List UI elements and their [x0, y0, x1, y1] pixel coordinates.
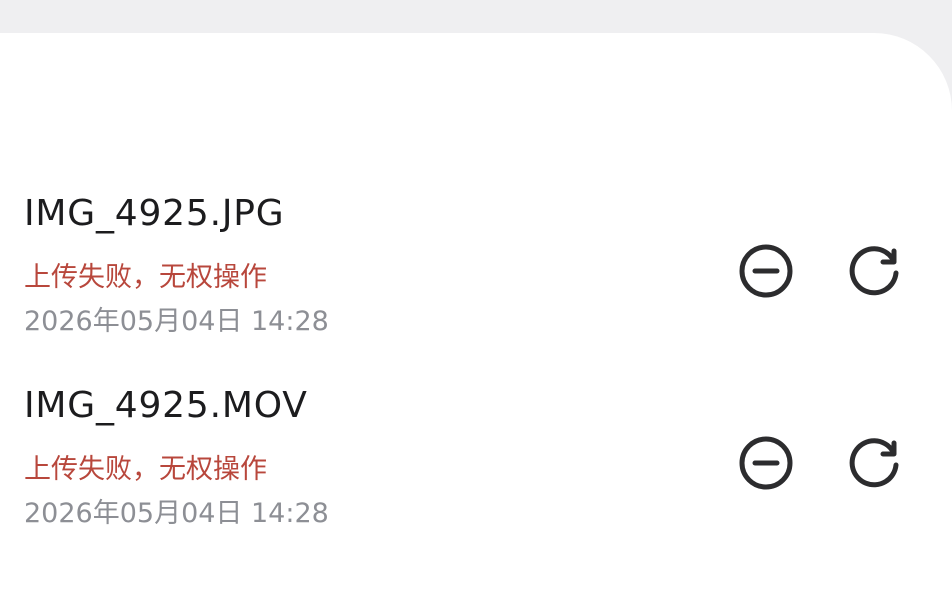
upload-timestamp: 2026年05月04日 14:28 [24, 498, 329, 529]
remove-upload-button[interactable] [736, 241, 796, 301]
upload-error-message: 上传失败，无权操作 [24, 454, 267, 485]
upload-error-message: 上传失败，无权操作 [24, 262, 267, 293]
remove-upload-button[interactable] [736, 433, 796, 493]
upload-list-sheet: IMG_4925.JPG 上传失败，无权操作 2026年05月04日 14:28… [0, 33, 952, 603]
refresh-icon [849, 246, 899, 296]
upload-item: IMG_4925.MOV 上传失败，无权操作 2026年05月04日 14:28 [0, 385, 952, 535]
upload-item: IMG_4925.JPG 上传失败，无权操作 2026年05月04日 14:28 [0, 193, 952, 343]
file-name: IMG_4925.JPG [24, 193, 285, 234]
retry-upload-button[interactable] [844, 241, 904, 301]
retry-upload-button[interactable] [844, 433, 904, 493]
upload-timestamp: 2026年05月04日 14:28 [24, 306, 329, 337]
file-name: IMG_4925.MOV [24, 385, 308, 426]
minus-circle-icon [739, 244, 793, 298]
refresh-icon [849, 438, 899, 488]
minus-circle-icon [739, 436, 793, 490]
